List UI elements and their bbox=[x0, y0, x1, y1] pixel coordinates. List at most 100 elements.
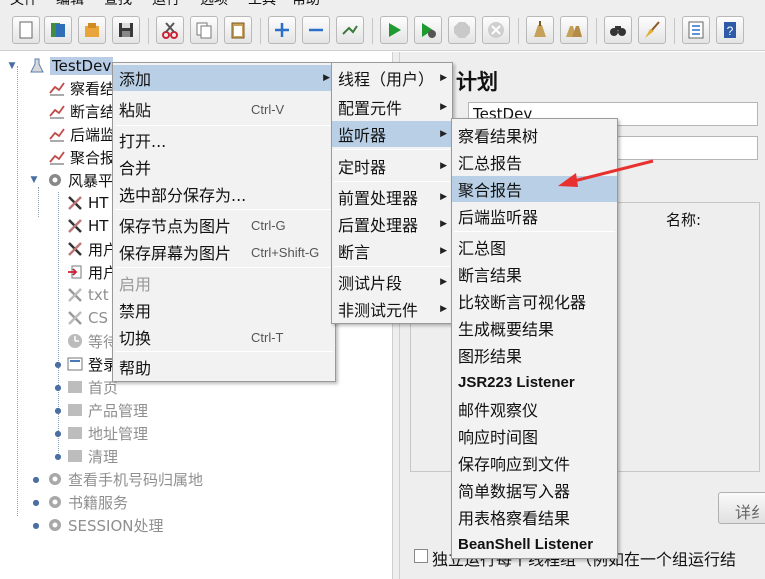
menu-item-disable[interactable]: 禁用 bbox=[113, 297, 335, 323]
tree-node-thread-group[interactable]: ▼ 风暴平 bbox=[28, 169, 113, 191]
menu-item-save-screen-image[interactable]: 保存屏幕为图片 Ctrl+Shift-G bbox=[113, 239, 335, 265]
expand-toggle-icon[interactable]: ● bbox=[52, 452, 64, 461]
menu-item-graph-results[interactable]: 图形结果 bbox=[452, 342, 617, 368]
tree-node-timer[interactable]: 等待 bbox=[66, 330, 118, 352]
templates-icon bbox=[51, 23, 65, 37]
tree-node-sampler[interactable]: CS bbox=[66, 307, 108, 329]
independent-run-checkbox[interactable] bbox=[414, 549, 428, 563]
expand-toggle-icon[interactable]: ● bbox=[52, 429, 64, 438]
menu-item-view-results-tree[interactable]: 察看结果树 bbox=[452, 122, 617, 148]
paste-button[interactable] bbox=[224, 16, 252, 44]
shutdown-button[interactable] bbox=[482, 16, 510, 44]
tree-node-controller[interactable]: ● 清理 bbox=[52, 445, 119, 467]
new-button[interactable] bbox=[12, 16, 40, 44]
menu-separator bbox=[454, 231, 615, 232]
menu-item-response-time-graph[interactable]: 响应时间图 bbox=[452, 423, 617, 449]
clear-icon bbox=[534, 21, 546, 37]
search-button[interactable] bbox=[604, 16, 632, 44]
toggle-icon bbox=[342, 25, 358, 35]
submenu-arrow-icon: ▶ bbox=[440, 246, 447, 256]
menu-item-test-fragment[interactable]: 测试片段 ▶ bbox=[332, 269, 452, 295]
start-icon bbox=[389, 23, 401, 37]
expand-toggle-icon[interactable]: ● bbox=[52, 383, 64, 392]
templates-button[interactable] bbox=[44, 16, 72, 44]
collapse-toggle-icon[interactable]: ▼ bbox=[6, 61, 18, 71]
detail-button[interactable]: 详纟 bbox=[718, 492, 765, 524]
cut-button[interactable] bbox=[156, 16, 184, 44]
menu-item-save-responses-to-file[interactable]: 保存响应到文件 bbox=[452, 450, 617, 476]
menu-item-help[interactable]: 帮助 bbox=[113, 354, 335, 380]
reset-search-button[interactable] bbox=[638, 16, 666, 44]
tree-node-thread-group[interactable]: ● SESSION处理 bbox=[30, 514, 164, 536]
tree-node-thread-group[interactable]: ● 书籍服务 bbox=[30, 491, 129, 513]
start-no-pause-button[interactable] bbox=[414, 16, 442, 44]
menu-item-beanshell-listener[interactable]: BeanShell Listener bbox=[452, 531, 617, 557]
stop-icon bbox=[454, 22, 470, 38]
stop-button[interactable] bbox=[448, 16, 476, 44]
toolbar-separator bbox=[596, 18, 597, 44]
menu-item-assertion[interactable]: 断言 ▶ bbox=[332, 238, 452, 264]
menu-item-merge[interactable]: 合并 bbox=[113, 154, 335, 180]
help-button[interactable]: ? bbox=[716, 16, 744, 44]
menu-item-assertion-results[interactable]: 断言结果 bbox=[452, 261, 617, 287]
menu-item-aggregate-graph[interactable]: 汇总图 bbox=[452, 234, 617, 260]
submenu-arrow-icon: ▶ bbox=[440, 102, 447, 112]
menu-item-save-node-image[interactable]: 保存节点为图片 Ctrl-G bbox=[113, 212, 335, 238]
tree-node-listener[interactable]: 断言结 bbox=[48, 100, 115, 122]
tree-node-listener[interactable]: 察看结 bbox=[48, 77, 115, 99]
tree-node-listener[interactable]: 后端监 bbox=[48, 123, 115, 145]
menu-item-post-processor[interactable]: 后置处理器 ▶ bbox=[332, 211, 452, 237]
menu-item-open[interactable]: 打开... bbox=[113, 127, 335, 153]
menu-item-non-test-element[interactable]: 非测试元件 ▶ bbox=[332, 296, 452, 322]
menu-item-timer[interactable]: 定时器 ▶ bbox=[332, 153, 452, 179]
expand-toggle-icon[interactable]: ● bbox=[30, 521, 42, 530]
clear-all-button[interactable] bbox=[560, 16, 588, 44]
tree-node-sampler[interactable]: txt bbox=[66, 284, 109, 306]
menu-item-config-element[interactable]: 配置元件 ▶ bbox=[332, 94, 452, 120]
expand-toggle-icon[interactable]: ● bbox=[52, 406, 64, 415]
expand-toggle-icon[interactable]: ● bbox=[52, 360, 64, 369]
menu-item-toggle[interactable]: 切换 Ctrl-T bbox=[113, 324, 335, 350]
expand-toggle-icon[interactable]: ● bbox=[30, 475, 42, 484]
menu-item-jsr223-listener[interactable]: JSR223 Listener bbox=[452, 369, 617, 395]
menu-item-threads[interactable]: 线程（用户） ▶ bbox=[332, 65, 452, 91]
open-button[interactable] bbox=[78, 16, 106, 44]
tree-node-thread-group[interactable]: ● 查看手机号码归属地 bbox=[30, 468, 204, 490]
menu-item-enable[interactable]: 启用 bbox=[113, 270, 335, 296]
menu-item-save-selection[interactable]: 选中部分保存为... bbox=[113, 181, 335, 207]
tree-node-controller[interactable]: ● 首页 bbox=[52, 376, 119, 398]
save-button[interactable] bbox=[112, 16, 140, 44]
tree-node-controller[interactable]: ● 地址管理 bbox=[52, 422, 149, 444]
collapse-button[interactable] bbox=[302, 16, 330, 44]
start-button[interactable] bbox=[380, 16, 408, 44]
tree-node-sampler[interactable]: HT bbox=[66, 192, 108, 214]
menu-item-generate-summary-results[interactable]: 生成概要结果 bbox=[452, 315, 617, 341]
menu-item-add[interactable]: 添加 ▶ bbox=[113, 65, 335, 91]
gear-icon bbox=[46, 493, 64, 511]
tree-node-controller[interactable]: ● 产品管理 bbox=[52, 399, 149, 421]
menu-item-simple-data-writer[interactable]: 简单数据写入器 bbox=[452, 477, 617, 503]
reset-search-icon bbox=[645, 21, 660, 38]
graph-icon bbox=[48, 148, 66, 166]
menu-item-pre-processor[interactable]: 前置处理器 ▶ bbox=[332, 184, 452, 210]
menu-item-mailer-visualizer[interactable]: 邮件观察仪 bbox=[452, 396, 617, 422]
menu-item-backend-listener[interactable]: 后端监听器 bbox=[452, 203, 617, 229]
menu-item-listener[interactable]: 监听器 ▶ bbox=[332, 121, 452, 147]
copy-button[interactable] bbox=[190, 16, 218, 44]
menu-item-view-results-table[interactable]: 用表格察看结果 bbox=[452, 504, 617, 530]
menu-item-paste[interactable]: 粘贴 Ctrl-V bbox=[113, 96, 335, 122]
tree-node-root[interactable]: ▼ TestDev bbox=[6, 55, 114, 77]
submenu-arrow-icon: ▶ bbox=[440, 219, 447, 229]
collapse-toggle-icon[interactable]: ▼ bbox=[28, 175, 40, 185]
toggle-button[interactable] bbox=[336, 16, 364, 44]
tree-node-listener[interactable]: 聚合报 bbox=[48, 146, 115, 168]
tree-node-controller[interactable]: ● 登录 bbox=[52, 353, 119, 375]
tree-node-sampler[interactable]: 用户 bbox=[66, 238, 118, 260]
expand-toggle-icon[interactable]: ● bbox=[30, 498, 42, 507]
expand-button[interactable] bbox=[268, 16, 296, 44]
function-helper-button[interactable] bbox=[682, 16, 710, 44]
tree-node-config[interactable]: 用户 bbox=[66, 261, 118, 283]
tree-node-sampler[interactable]: HT bbox=[66, 215, 108, 237]
clear-button[interactable] bbox=[526, 16, 554, 44]
menu-item-comparison-assertion-visualizer[interactable]: 比较断言可视化器 bbox=[452, 288, 617, 314]
